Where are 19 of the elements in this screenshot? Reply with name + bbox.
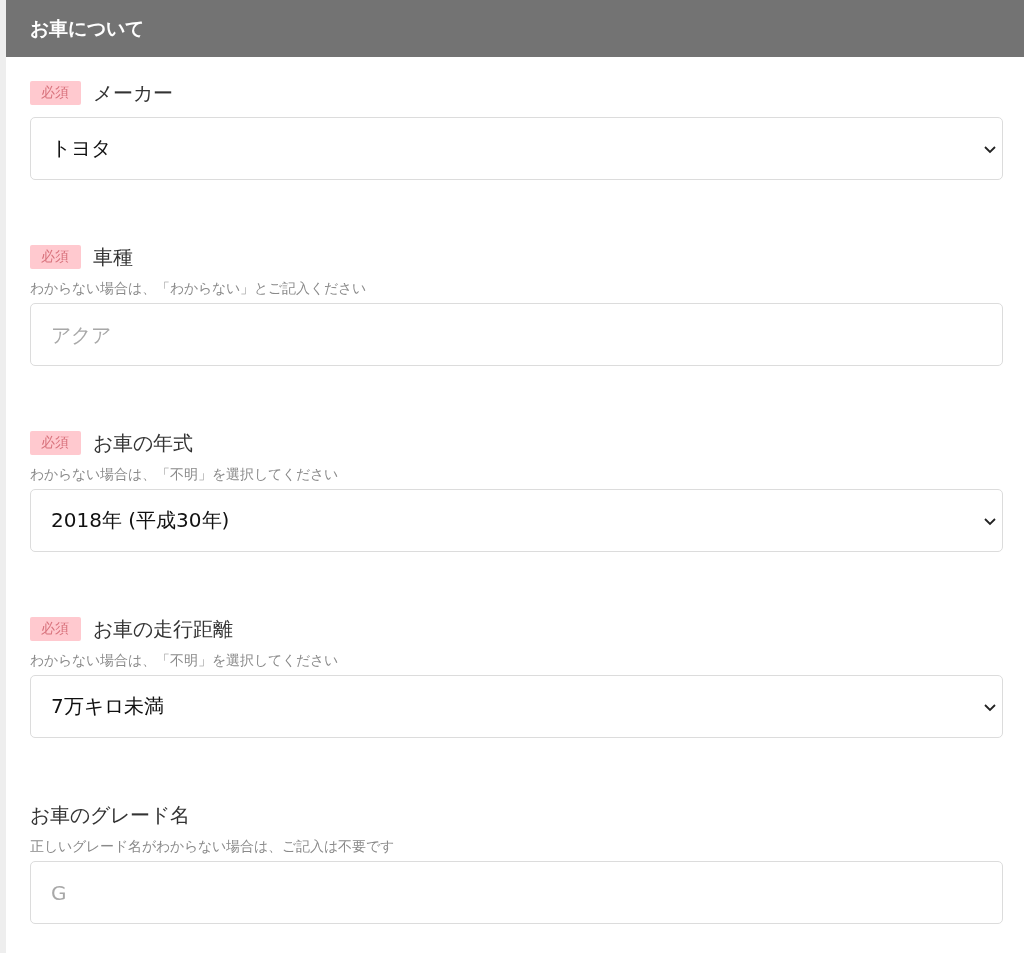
field-label: お車の走行距離	[93, 615, 233, 643]
required-badge: 必須	[30, 245, 81, 269]
select-field[interactable]: 7万キロ未満	[30, 675, 1003, 738]
required-badge: 必須	[30, 431, 81, 455]
field-label: 車種	[93, 243, 133, 271]
text-field[interactable]: アクア	[30, 303, 1003, 366]
text-field[interactable]: G	[30, 861, 1003, 924]
required-badge: 必須	[30, 617, 81, 641]
field-hint: わからない場合は、「わからない」とご記入ください	[30, 279, 367, 298]
field-label: お車のグレード名	[30, 801, 190, 829]
field-hint: 正しいグレード名がわからない場合は、ご記入は不要です	[30, 837, 395, 856]
select-field[interactable]: 2018年 (平成30年)	[30, 489, 1003, 552]
field-label: お車の年式	[93, 429, 193, 457]
required-badge: 必須	[30, 81, 81, 105]
section-title: お車について	[6, 0, 1024, 57]
field-label: メーカー	[93, 79, 173, 107]
select-field[interactable]: トヨタ	[30, 117, 1003, 180]
field-hint: わからない場合は、「不明」を選択してください	[30, 465, 339, 484]
field-hint: わからない場合は、「不明」を選択してください	[30, 651, 339, 670]
